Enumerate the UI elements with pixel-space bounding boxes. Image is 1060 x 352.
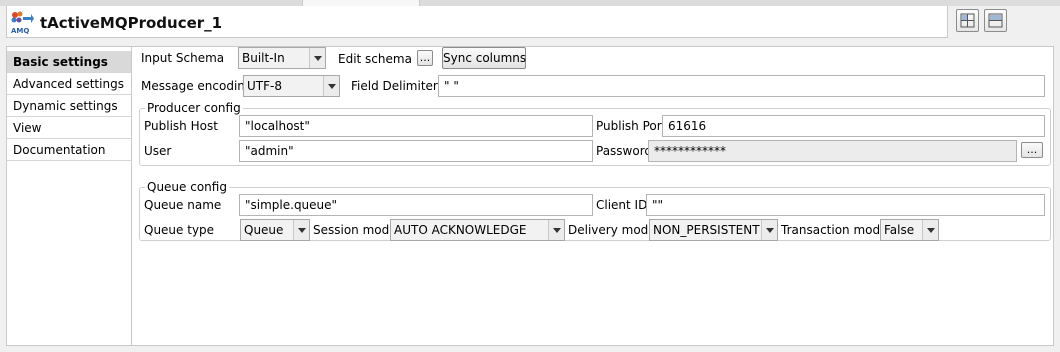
transaction-mode-select[interactable]: False	[880, 219, 939, 241]
settings-sidebar: Basic settings Advanced settings Dynamic…	[6, 46, 132, 346]
producer-config-title: Producer config	[145, 101, 243, 115]
message-encoding-label: Message encoding	[141, 79, 253, 93]
input-schema-select[interactable]: Built-In	[238, 47, 326, 69]
session-mode-label: Session mode	[313, 223, 397, 237]
password-label: Password	[596, 144, 653, 158]
queue-name-label: Queue name	[144, 198, 222, 212]
sync-columns-button[interactable]: Sync columns	[442, 47, 526, 69]
rows-layout-icon	[988, 13, 1003, 28]
svg-text:AMQ: AMQ	[11, 27, 29, 35]
sidebar-item-advanced-settings[interactable]: Advanced settings	[7, 73, 131, 95]
user-input[interactable]: "admin"	[239, 140, 593, 162]
stacked-view-button[interactable]	[984, 9, 1007, 32]
password-field[interactable]: ************	[648, 140, 1017, 162]
edit-schema-button[interactable]: ...	[417, 50, 433, 66]
transaction-mode-label: Transaction mode	[781, 223, 888, 237]
grid-layout-icon	[960, 13, 975, 28]
page-title: tActiveMQProducer_1	[40, 14, 223, 32]
session-mode-select[interactable]: AUTO ACKNOWLEDGE	[390, 219, 565, 241]
queue-type-label: Queue type	[144, 223, 215, 237]
message-encoding-select[interactable]: UTF-8	[243, 75, 340, 97]
basic-settings-panel: Input Schema Built-In Edit schema ... Sy…	[132, 46, 1054, 346]
field-delimiter-input[interactable]: " "	[438, 75, 1045, 97]
user-label: User	[144, 144, 172, 158]
queue-type-select[interactable]: Queue	[240, 219, 310, 241]
password-edit-button[interactable]: ...	[1021, 142, 1043, 158]
field-delimiter-label: Field Delimiter	[351, 79, 438, 93]
activemq-logo-icon: AMQ	[10, 11, 34, 35]
queue-name-input[interactable]: "simple.queue"	[239, 194, 593, 216]
sidebar-item-documentation[interactable]: Documentation	[7, 139, 131, 161]
tabbed-view-button[interactable]	[956, 9, 979, 32]
delivery-mode-label: Delivery mode	[568, 223, 656, 237]
chevron-down-icon	[548, 220, 564, 240]
chevron-down-icon	[761, 220, 777, 240]
delivery-mode-select[interactable]: NON_PERSISTENT	[649, 219, 778, 241]
edit-schema-label: Edit schema	[338, 52, 412, 66]
queue-config-title: Queue config	[145, 180, 229, 194]
sidebar-item-dynamic-settings[interactable]: Dynamic settings	[7, 95, 131, 117]
client-id-label: Client ID	[596, 198, 648, 212]
publish-port-input[interactable]: 61616	[662, 115, 1045, 137]
input-schema-label: Input Schema	[141, 51, 225, 65]
sidebar-item-basic-settings[interactable]: Basic settings	[7, 51, 131, 73]
chevron-down-icon	[309, 48, 325, 68]
client-id-input[interactable]: ""	[646, 194, 1045, 216]
sidebar-item-view[interactable]: View	[7, 117, 131, 139]
publish-host-label: Publish Host	[144, 119, 218, 133]
chevron-down-icon	[922, 220, 938, 240]
chevron-down-icon	[323, 76, 339, 96]
publish-host-input[interactable]: "localhost"	[239, 115, 593, 137]
publish-port-label: Publish Port	[596, 119, 667, 133]
chevron-down-icon	[293, 220, 309, 240]
